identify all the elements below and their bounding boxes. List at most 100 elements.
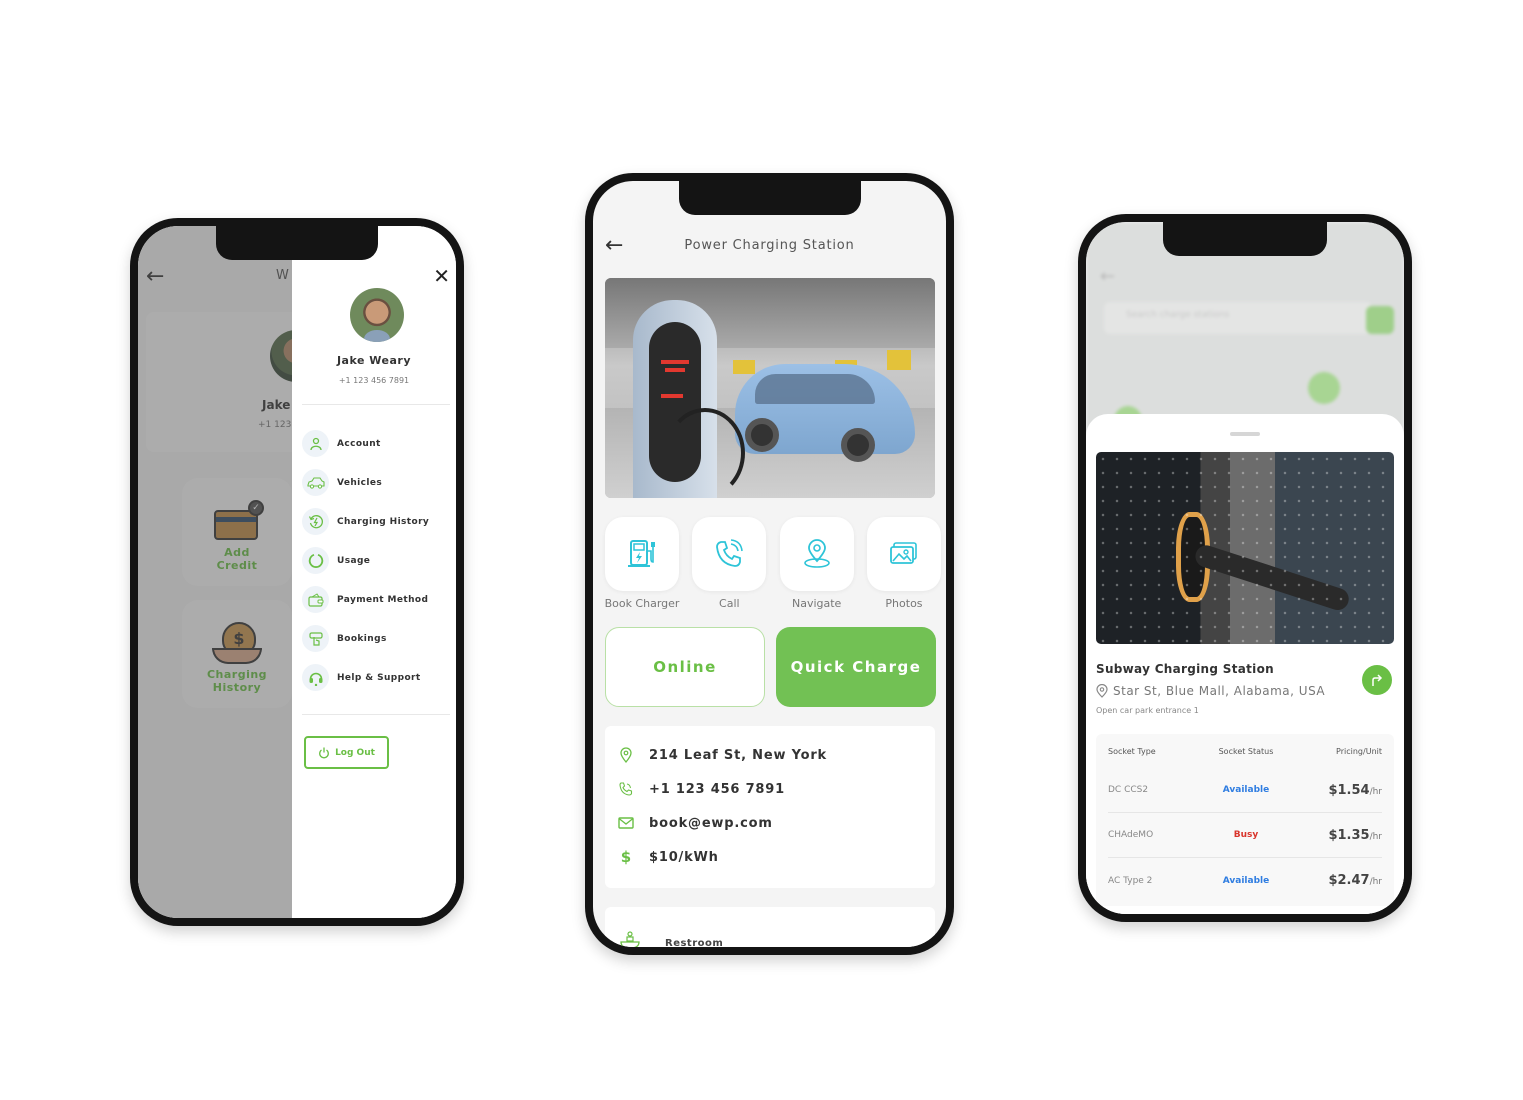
filter-button[interactable]: [1366, 306, 1394, 334]
header: ← Power Charging Station: [593, 233, 946, 263]
status-badge: Busy: [1233, 830, 1259, 840]
location-pin-icon: [1096, 684, 1108, 698]
menu-item-help-support[interactable]: Help & Support: [302, 658, 452, 697]
table-row[interactable]: AC Type 2 Available $2.47/hr: [1108, 858, 1382, 903]
socket-type: CHAdeMO: [1108, 830, 1154, 840]
phone-right-station-sheet: ← Search charge stations Subway Charging…: [1078, 214, 1412, 922]
notch: [216, 226, 378, 260]
page-title: Power Charging Station: [684, 238, 855, 253]
left-screen: ← W Jake +1 123 ✓ Add Credit $ Charging …: [138, 226, 456, 918]
back-arrow-icon[interactable]: ←: [1100, 266, 1115, 287]
amenity-label: Restroom: [665, 937, 724, 948]
power-icon: [319, 747, 329, 758]
user-icon: [302, 430, 329, 457]
socket-type: AC Type 2: [1108, 875, 1153, 886]
info-email[interactable]: book@ewp.com: [617, 814, 773, 832]
restroom-icon: [619, 931, 641, 947]
directions-button[interactable]: [1362, 665, 1392, 695]
photos-icon: [890, 542, 917, 564]
menu-item-account[interactable]: Account: [302, 424, 452, 463]
price: $1.54/hr: [1328, 782, 1382, 798]
close-icon[interactable]: ✕: [433, 264, 450, 288]
sheet-drag-handle[interactable]: [1230, 432, 1260, 436]
map-marker[interactable]: [1308, 372, 1340, 404]
turn-right-icon: [1372, 674, 1383, 686]
side-drawer: ✕ Jake Weary +1 123 456 7891 Account Veh…: [292, 226, 456, 918]
car-icon: [302, 469, 329, 496]
info-price: $ $10/kWh: [617, 848, 719, 866]
bookings-icon: [302, 625, 329, 652]
notch: [1163, 222, 1327, 256]
right-screen: ← Search charge stations Subway Charging…: [1086, 222, 1404, 914]
station-bottom-sheet: Subway Charging Station Star St, Blue Ma…: [1086, 414, 1404, 914]
phone-center-station-detail: ← Power Charging Station Book Charger Ca…: [585, 173, 954, 955]
drawer-menu: Account Vehicles Charging History Usage …: [302, 424, 452, 697]
price-text: $10/kWh: [649, 849, 719, 865]
action-label: Photos: [885, 597, 923, 610]
search-placeholder: Search charge stations: [1126, 310, 1230, 320]
wallet-icon: [302, 586, 329, 613]
online-button[interactable]: Online: [605, 627, 765, 707]
menu-label: Help & Support: [337, 672, 421, 683]
status-badge: Available: [1222, 785, 1270, 795]
price: $2.47/hr: [1328, 873, 1382, 888]
location-pin-icon: [617, 746, 635, 764]
phone-left-drawer: ← W Jake +1 123 ✓ Add Credit $ Charging …: [130, 218, 464, 926]
address-text: 214 Leaf St, New York: [649, 747, 827, 763]
book-charger-button[interactable]: Book Charger: [601, 517, 683, 610]
menu-item-usage[interactable]: Usage: [302, 541, 452, 580]
quick-actions: Book Charger Call Navigate Photos: [601, 517, 945, 610]
center-screen: ← Power Charging Station Book Charger Ca…: [593, 181, 946, 947]
station-info-card: 214 Leaf St, New York +1 123 456 7891 bo…: [605, 726, 935, 888]
socket-table: Socket Type Socket Status Pricing/Unit D…: [1096, 734, 1394, 906]
table-row[interactable]: CHAdeMO Busy $1.35/hr: [1108, 813, 1382, 858]
info-address: 214 Leaf St, New York: [617, 746, 827, 764]
socket-type: DC CCS2: [1108, 785, 1149, 795]
menu-label: Usage: [337, 555, 371, 566]
avatar: [350, 288, 404, 342]
address-text: Star St, Blue Mall, Alabama, USA: [1113, 684, 1326, 698]
divider: [302, 404, 450, 405]
menu-label: Bookings: [337, 633, 387, 644]
menu-item-bookings[interactable]: Bookings: [302, 619, 452, 658]
column-header: Pricing/Unit: [1336, 746, 1382, 756]
menu-label: Charging History: [337, 516, 430, 527]
logout-button[interactable]: Log Out: [304, 736, 389, 769]
column-header: Socket Type: [1108, 746, 1156, 756]
status-badge: Available: [1222, 875, 1270, 886]
mail-icon: [617, 814, 635, 832]
table-header: Socket Type Socket Status Pricing/Unit: [1108, 734, 1382, 768]
navigate-button[interactable]: Navigate: [776, 517, 858, 610]
menu-item-vehicles[interactable]: Vehicles: [302, 463, 452, 502]
user-phone: +1 123 456 7891: [338, 376, 410, 385]
station-photo[interactable]: [1096, 452, 1394, 644]
phone-icon: [716, 539, 744, 567]
headset-icon: [302, 664, 329, 691]
menu-item-charging-history[interactable]: Charging History: [302, 502, 452, 541]
table-row[interactable]: DC CCS2 Available $1.54/hr: [1108, 768, 1382, 813]
menu-item-payment-method[interactable]: Payment Method: [302, 580, 452, 619]
station-photo[interactable]: [605, 278, 935, 498]
column-header: Socket Status: [1218, 746, 1274, 756]
logout-label: Log Out: [335, 747, 375, 758]
call-button[interactable]: Call: [688, 517, 770, 610]
menu-label: Vehicles: [337, 477, 383, 488]
quick-charge-button[interactable]: Quick Charge: [776, 627, 936, 707]
info-phone[interactable]: +1 123 456 7891: [617, 780, 785, 798]
charger-icon: [628, 540, 655, 567]
station-address: Star St, Blue Mall, Alabama, USA: [1096, 684, 1325, 698]
user-name: Jake Weary: [336, 354, 412, 367]
phone-text: +1 123 456 7891: [649, 781, 785, 797]
station-note: Open car park entrance 1: [1096, 706, 1199, 715]
phone-icon: [617, 780, 635, 798]
price: $1.35/hr: [1328, 827, 1382, 843]
amenities-card: Restroom: [605, 907, 935, 947]
photos-button[interactable]: Photos: [863, 517, 945, 610]
action-label: Call: [719, 597, 740, 610]
usage-icon: [302, 547, 329, 574]
action-label: Book Charger: [604, 597, 680, 610]
station-name: Subway Charging Station: [1096, 662, 1274, 676]
amenity-item: Restroom: [619, 931, 723, 947]
action-label: Navigate: [791, 597, 842, 610]
menu-label: Payment Method: [337, 594, 429, 605]
